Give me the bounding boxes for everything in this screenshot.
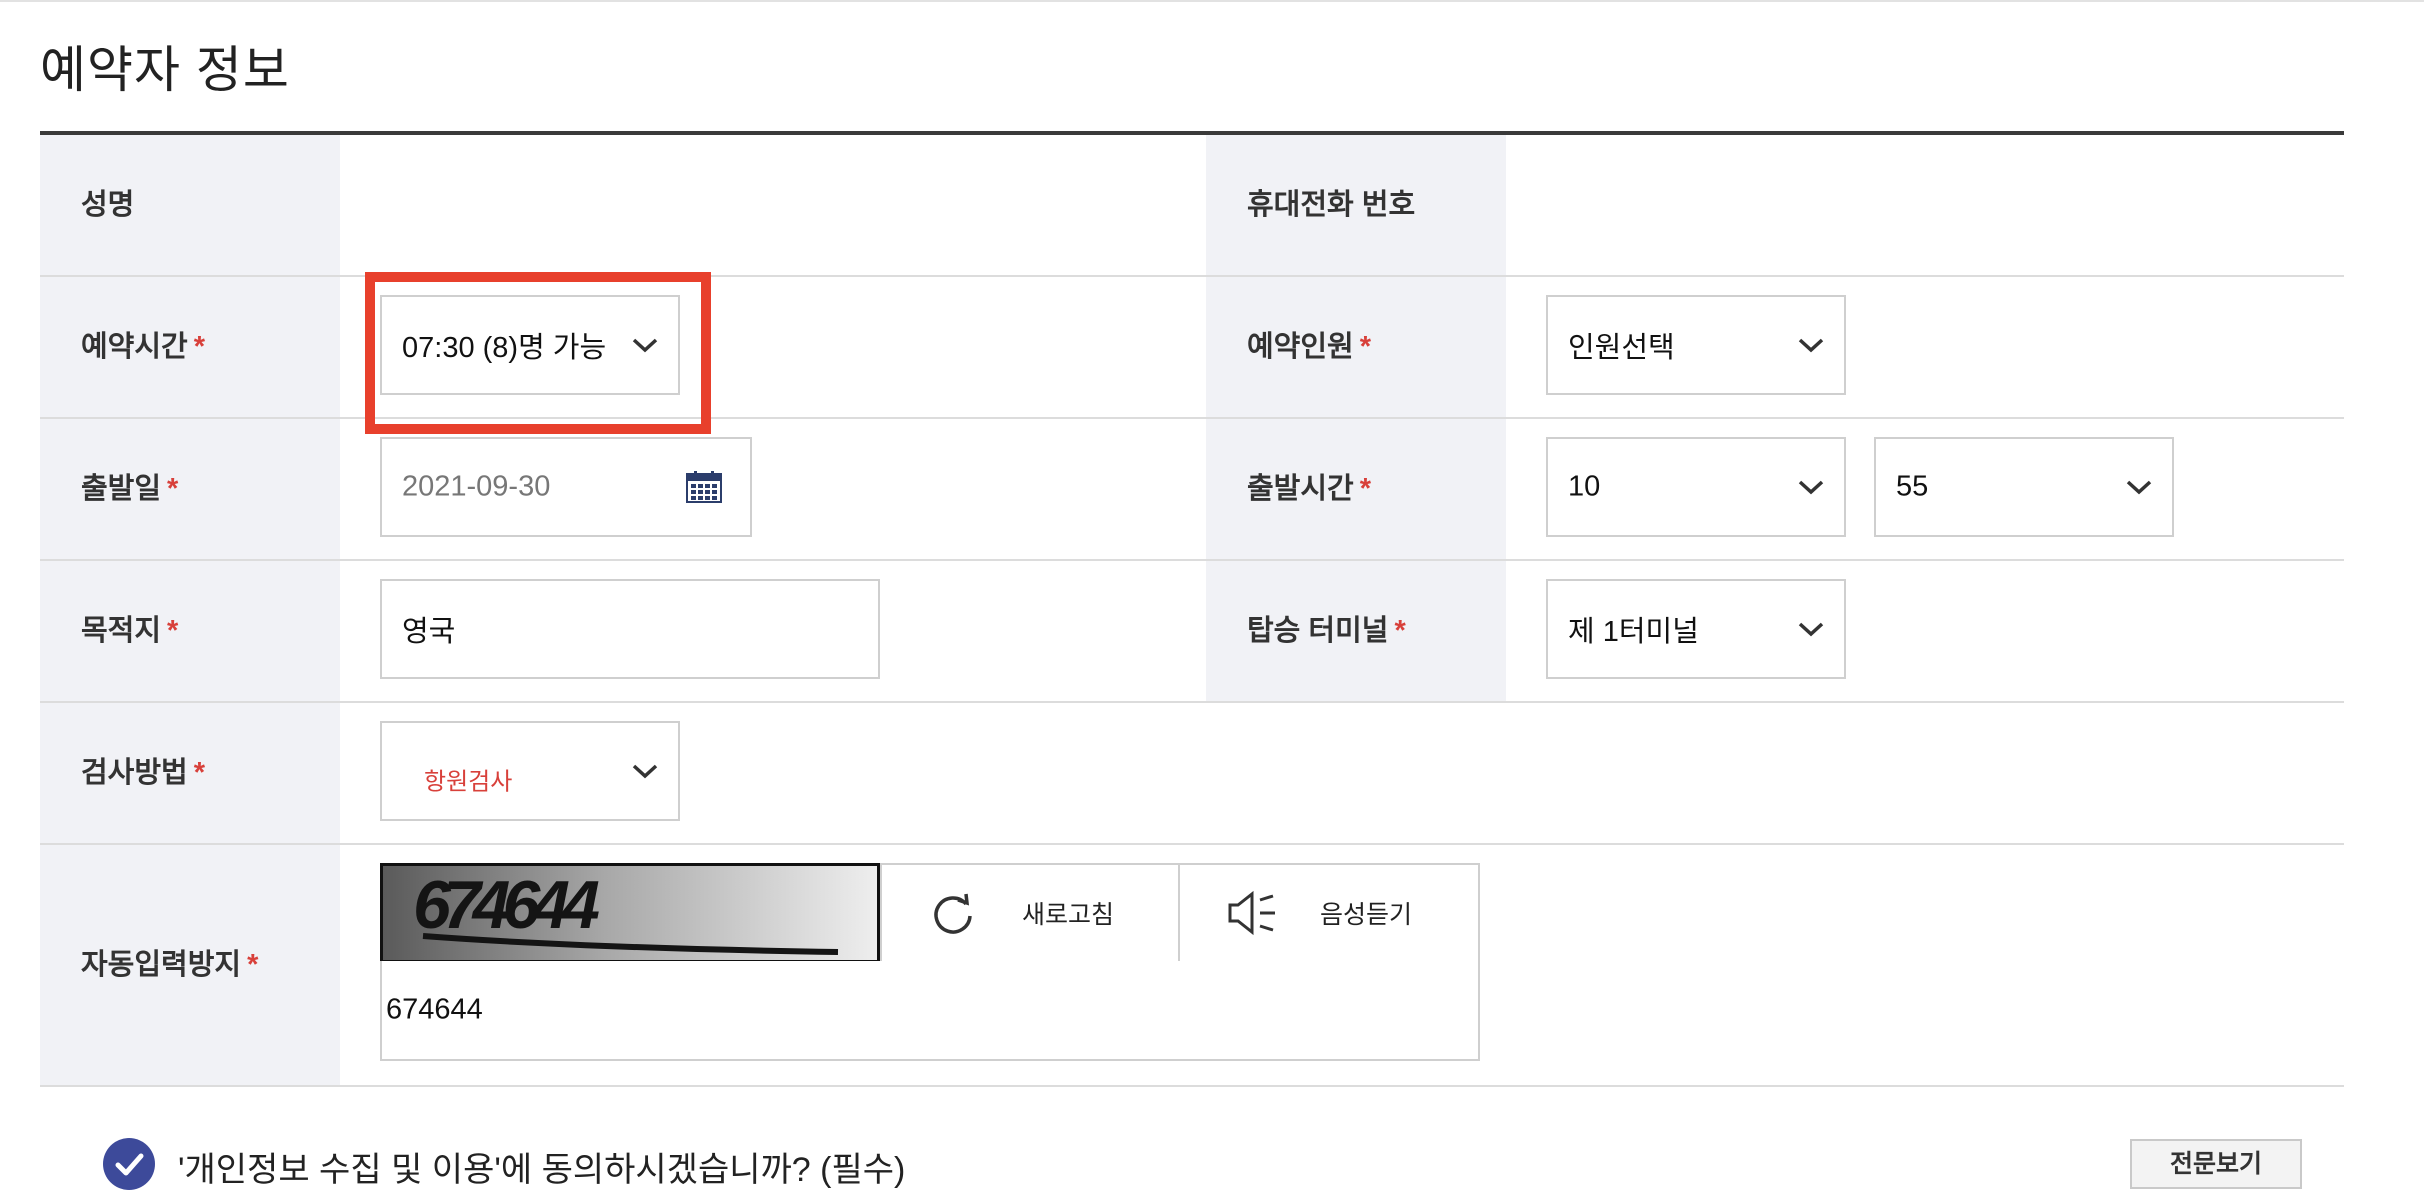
party-size-select[interactable]: 인원선택 <box>1546 295 1846 395</box>
captcha-label-cell: 자동입력방지 * <box>40 845 340 1085</box>
consent-checkbox[interactable] <box>103 1138 155 1190</box>
speaker-icon <box>1228 890 1275 936</box>
view-full-button[interactable]: 전문보기 <box>2130 1139 2302 1189</box>
captcha-image: 674644 <box>380 863 880 963</box>
top-divider <box>0 0 2424 7</box>
row-name: 성명 휴대전화 번호 <box>40 135 2344 277</box>
test-method-label-cell: 검사방법 * <box>40 703 340 843</box>
party-size-label-cell: 예약인원 * <box>1206 277 1506 417</box>
captcha-refresh-button[interactable]: 새로고침 <box>880 863 1180 963</box>
required-mark: * <box>167 615 179 647</box>
required-mark: * <box>1359 331 1372 363</box>
captcha-label: 자동입력방지 * <box>81 949 259 981</box>
captcha-audio-button[interactable]: 음성듣기 <box>1178 863 1480 963</box>
test-method-select[interactable]: 항원검사 <box>380 721 680 821</box>
departure-date-label: 출발일 * <box>81 473 179 505</box>
audio-label: 음성듣기 <box>1320 901 1413 929</box>
test-method-label: 검사방법 * <box>81 757 206 789</box>
destination-label-cell: 목적지 * <box>40 561 340 701</box>
chevron-down-icon <box>1798 480 1824 495</box>
row-captcha: 자동입력방지 * 674644 새로고침 음성듣기 674644 <box>40 845 2344 1087</box>
party-size-value: 인원선택 <box>1568 332 1675 364</box>
test-method-value: 항원검사 <box>424 768 513 796</box>
departure-date-field[interactable]: 2021-09-30 <box>380 437 752 537</box>
reservation-time-label: 예약시간 * <box>81 331 206 363</box>
captcha-input[interactable]: 674644 <box>380 961 1480 1061</box>
departure-minute-value: 55 <box>1896 470 1929 503</box>
name-label: 성명 <box>81 189 135 221</box>
destination-value: 영국 <box>402 616 456 648</box>
required-mark: * <box>247 949 259 981</box>
departure-date-value: 2021-09-30 <box>402 470 551 503</box>
departure-hour-value: 10 <box>1568 470 1601 503</box>
page-title: 예약자 정보 <box>40 42 290 98</box>
chevron-down-icon <box>2126 480 2152 495</box>
chevron-down-icon <box>632 764 658 779</box>
row-departure: 출발일 * 2021-09-30 출발시간 * 10 55 <box>40 419 2344 561</box>
captcha-input-value: 674644 <box>386 993 483 1026</box>
terminal-label: 탑승 터미널 * <box>1247 615 1406 647</box>
destination-label: 목적지 * <box>81 615 179 647</box>
terminal-select[interactable]: 제 1터미널 <box>1546 579 1846 679</box>
consent-text: '개인정보 수집 및 이용'에 동의하시겠습니까? (필수) <box>178 1151 906 1189</box>
terminal-value: 제 1터미널 <box>1568 616 1699 648</box>
phone-label-cell: 휴대전화 번호 <box>1206 135 1506 275</box>
refresh-icon <box>934 893 972 934</box>
highlight-box <box>365 272 711 434</box>
refresh-label: 새로고침 <box>1022 901 1115 929</box>
calendar-icon[interactable] <box>686 471 722 503</box>
phone-label: 휴대전화 번호 <box>1247 189 1416 221</box>
row-destination: 목적지 * 영국 탑승 터미널 * 제 1터미널 <box>40 561 2344 703</box>
destination-input[interactable]: 영국 <box>380 579 880 679</box>
departure-date-label-cell: 출발일 * <box>40 419 340 559</box>
chevron-down-icon <box>1798 622 1824 637</box>
terminal-label-cell: 탑승 터미널 * <box>1206 561 1506 701</box>
check-icon <box>115 1153 144 1176</box>
party-size-label: 예약인원 * <box>1247 331 1372 363</box>
departure-time-label-cell: 출발시간 * <box>1206 419 1506 559</box>
departure-hour-select[interactable]: 10 <box>1546 437 1846 537</box>
departure-time-label: 출발시간 * <box>1247 473 1372 505</box>
reservation-time-label-cell: 예약시간 * <box>40 277 340 417</box>
required-mark: * <box>1394 615 1406 647</box>
required-mark: * <box>193 331 206 363</box>
chevron-down-icon <box>1798 338 1824 353</box>
captcha-noise <box>422 933 839 955</box>
required-mark: * <box>1359 473 1372 505</box>
departure-minute-select[interactable]: 55 <box>1874 437 2174 537</box>
name-label-cell: 성명 <box>40 135 340 275</box>
row-test-method: 검사방법 * 항원검사 <box>40 703 2344 845</box>
required-mark: * <box>167 473 179 505</box>
required-mark: * <box>193 757 206 789</box>
